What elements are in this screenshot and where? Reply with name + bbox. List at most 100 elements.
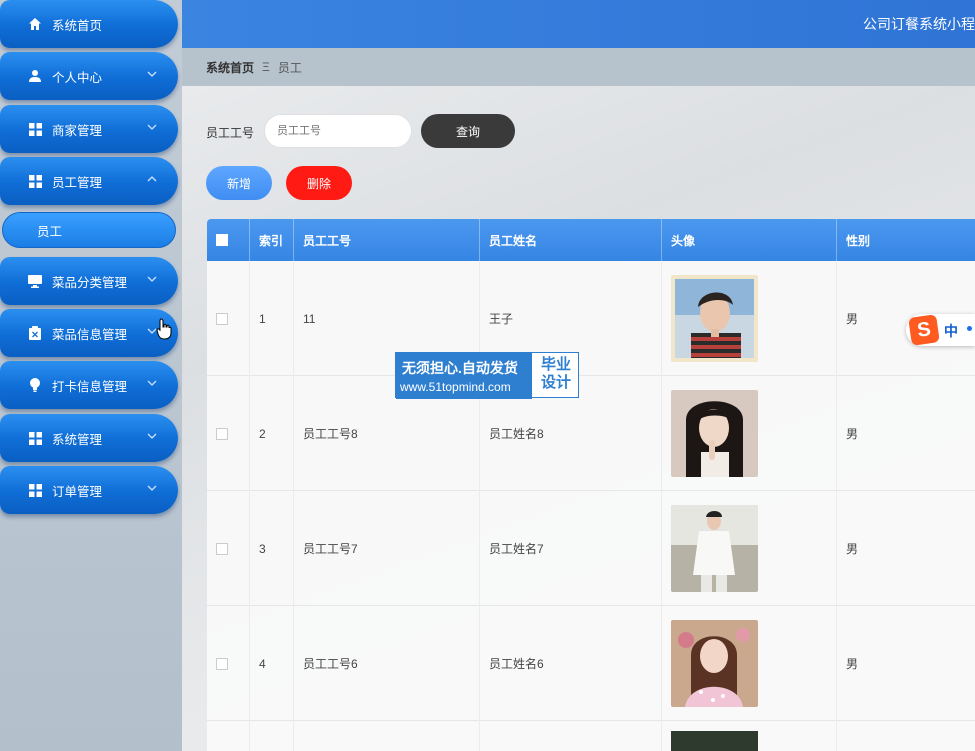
menu-item-checkin[interactable]: 打卡信息管理 [0, 361, 178, 409]
row-checkbox[interactable] [216, 312, 228, 325]
cell-avatar [662, 491, 837, 606]
select-all-checkbox[interactable] [216, 234, 228, 246]
cell-emp-no: 员工工号7 [294, 491, 480, 606]
avatar[interactable] [671, 620, 758, 707]
header-index: 索引 [250, 219, 294, 261]
chevron-down-icon [146, 482, 158, 494]
menu-label: 菜品分类管理 [52, 275, 128, 290]
delete-button[interactable]: 删除 [286, 166, 352, 200]
cell-index: 3 [250, 491, 294, 606]
menu-item-dish-info[interactable]: 菜品信息管理 [0, 309, 178, 357]
ime-toolbar[interactable]: S 中 [906, 314, 975, 346]
ime-language[interactable]: 中 [944, 321, 958, 341]
cell-index: 1 [250, 261, 294, 376]
breadcrumb: 系统首页 Ξ 员工 [182, 48, 975, 86]
search-input[interactable] [264, 114, 412, 148]
menu-label: 系统管理 [52, 432, 103, 447]
grid-icon [28, 174, 42, 188]
clipboard-icon [28, 326, 42, 340]
search-label: 员工工号 [206, 126, 255, 140]
app-title: 公司订餐系统小程 [863, 16, 975, 32]
row-select[interactable] [207, 721, 250, 751]
ime-dot-icon [967, 326, 972, 331]
menu-item-home[interactable]: 系统首页 [0, 0, 178, 48]
cell-text: 3 [259, 541, 266, 556]
cell-avatar [662, 721, 837, 751]
menu-label: 员工管理 [52, 175, 103, 190]
cell-gender: 男 [837, 606, 975, 721]
avatar[interactable] [671, 731, 758, 751]
watermark-badge: 无须担心.自动发货 www.51topmind.com 毕业设计 [395, 352, 579, 399]
header-gender: 性别 [837, 219, 975, 261]
cell-text: 员工姓名6 [489, 657, 544, 671]
home-icon [28, 17, 42, 31]
grid-icon [28, 483, 42, 497]
cell-text: 2 [259, 426, 266, 441]
row-select[interactable] [207, 606, 250, 721]
watermark-line2: www.51topmind.com [400, 380, 511, 394]
row-select[interactable] [207, 261, 250, 376]
menu-label: 商家管理 [52, 123, 103, 138]
row-checkbox[interactable] [216, 542, 228, 555]
grid-icon [28, 122, 42, 136]
top-header: 公司订餐系统小程 [182, 0, 975, 48]
menu-label: 菜品信息管理 [52, 327, 128, 342]
menu-item-dish-category[interactable]: 菜品分类管理 [0, 257, 178, 305]
chevron-down-icon [146, 377, 158, 389]
avatar[interactable] [671, 505, 758, 592]
cell-index [250, 721, 294, 751]
sidebar: 系统首页 个人中心 商家管理 员工管理 员工 菜品分类管理 菜品信息管理 打卡信… [0, 0, 182, 751]
table-row[interactable]: 4 员工工号6 员工姓名6 男 [207, 606, 975, 721]
cell-name: 员工姓名6 [480, 606, 662, 721]
breadcrumb-current: 员工 [277, 60, 302, 75]
table-row[interactable] [207, 721, 975, 751]
cell-name [480, 721, 662, 751]
add-button[interactable]: 新增 [206, 166, 272, 200]
cell-text: 员工工号8 [303, 427, 358, 441]
breadcrumb-home[interactable]: 系统首页 [206, 59, 254, 76]
table-row[interactable]: 2 员工工号8 员工姓名8 男 [207, 376, 975, 491]
menu-item-merchant[interactable]: 商家管理 [0, 105, 178, 153]
cell-avatar [662, 261, 837, 376]
avatar[interactable] [671, 275, 758, 362]
cell-text: 4 [259, 656, 266, 671]
watermark-left: 无须担心.自动发货 www.51topmind.com [396, 353, 532, 399]
cell-index: 2 [250, 376, 294, 491]
header-name: 员工姓名 [480, 219, 662, 261]
avatar[interactable] [671, 390, 758, 477]
grid-icon [28, 431, 42, 445]
header-select-all[interactable] [207, 219, 250, 261]
cell-text: 11 [303, 311, 316, 326]
hand-cursor-icon [156, 318, 172, 340]
cell-index: 4 [250, 606, 294, 721]
monitor-icon [28, 274, 42, 288]
row-select[interactable] [207, 491, 250, 606]
submenu-item-employee[interactable]: 员工 [2, 212, 176, 248]
menu-item-system[interactable]: 系统管理 [0, 414, 178, 462]
menu-item-orders[interactable]: 订单管理 [0, 466, 178, 514]
cell-text: 员工工号7 [303, 542, 358, 556]
menu-item-employee[interactable]: 员工管理 [0, 157, 178, 205]
watermark-line1: 无须担心.自动发货 [402, 360, 518, 376]
header-emp-no: 员工工号 [294, 219, 480, 261]
row-checkbox[interactable] [216, 427, 228, 440]
menu-item-personal-center[interactable]: 个人中心 [0, 52, 178, 100]
cell-emp-no: 员工工号6 [294, 606, 480, 721]
column-header: 员工工号 [303, 233, 352, 248]
chevron-down-icon [146, 68, 158, 80]
row-checkbox[interactable] [216, 657, 228, 670]
cell-text: 男 [846, 427, 859, 441]
cell-gender: 男 [837, 376, 975, 491]
chevron-down-icon [146, 430, 158, 442]
menu-label: 系统首页 [52, 18, 103, 33]
chevron-up-icon [146, 173, 158, 185]
query-button[interactable]: 查询 [421, 114, 515, 148]
column-header: 索引 [259, 233, 284, 248]
column-header: 头像 [671, 233, 696, 248]
row-select[interactable] [207, 376, 250, 491]
cell-gender [837, 721, 975, 751]
cell-avatar [662, 606, 837, 721]
column-header: 员工姓名 [489, 233, 538, 248]
table-row[interactable]: 3 员工工号7 员工姓名7 男 [207, 491, 975, 606]
table-row[interactable]: 1 11 王子 男 [207, 261, 975, 376]
